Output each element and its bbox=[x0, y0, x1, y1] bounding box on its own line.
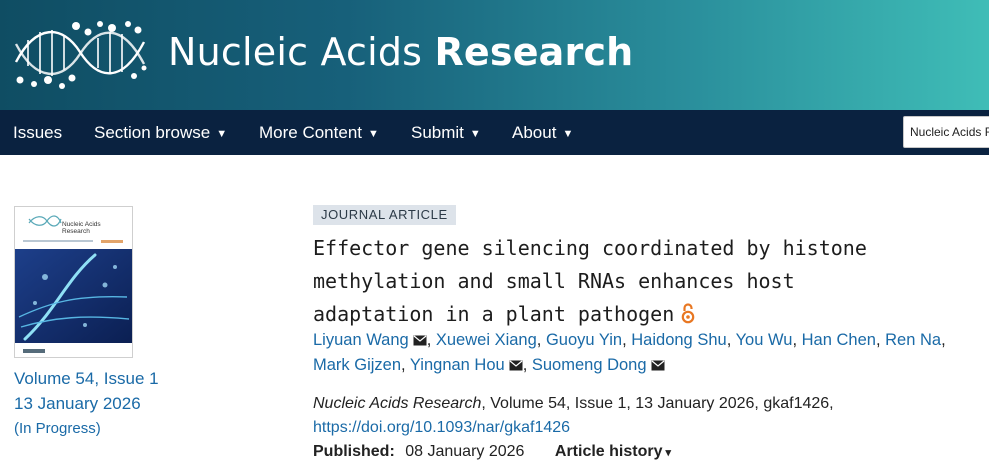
citation-line: Nucleic Acids Research, Volume 54, Issue… bbox=[313, 392, 953, 416]
nav-issues-label: Issues bbox=[13, 123, 63, 142]
cover-artwork: Nucleic Acids Research bbox=[15, 207, 132, 357]
issue-date-link[interactable]: 13 January 2026 bbox=[14, 394, 141, 414]
email-icon[interactable] bbox=[651, 360, 665, 371]
article-type-badge: JOURNAL ARTICLE bbox=[313, 205, 456, 225]
article-title-line: adaptation in a plant pathogen bbox=[313, 302, 675, 326]
caret-down-icon: ▾ bbox=[665, 447, 672, 459]
nav-more-content-label: More Content bbox=[259, 123, 362, 142]
cover-journal-line1: Nucleic Acids bbox=[62, 221, 101, 228]
nav-issues[interactable]: Issues bbox=[13, 110, 62, 155]
published-row: Published: 08 January 2026 Article histo… bbox=[313, 443, 671, 463]
open-access-icon bbox=[681, 303, 695, 324]
site-title-bold: Research bbox=[434, 30, 634, 74]
author-list: Liyuan Wang, Xuewei Xiang, Guoyu Yin, Ha… bbox=[313, 331, 946, 374]
site-title-light: Nucleic Acids bbox=[168, 30, 435, 74]
author-link[interactable]: Mark Gijzen bbox=[313, 356, 401, 374]
citation-journal: Nucleic Acids Research bbox=[313, 395, 482, 412]
journal-cover-image[interactable]: Nucleic Acids Research bbox=[14, 206, 133, 358]
article-history-label: Article history bbox=[554, 443, 663, 460]
caret-down-icon: ▼ bbox=[368, 128, 379, 140]
author-link[interactable]: Han Chen bbox=[802, 331, 876, 349]
author-link[interactable]: Yingnan Hou bbox=[410, 356, 505, 374]
nav-section-browse[interactable]: Section browse ▼ bbox=[94, 110, 227, 155]
cover-journal-line2: Research bbox=[62, 228, 90, 235]
published-date: 08 January 2026 bbox=[405, 443, 525, 460]
nav-submit[interactable]: Submit ▼ bbox=[411, 110, 481, 155]
author-link[interactable]: Ren Na bbox=[885, 331, 941, 349]
author-link[interactable]: Liyuan Wang bbox=[313, 331, 409, 349]
site-header-banner: Nucleic Acids Research bbox=[0, 0, 989, 110]
issue-volume-link[interactable]: Volume 54, Issue 1 bbox=[14, 369, 159, 389]
caret-down-icon: ▼ bbox=[216, 128, 228, 140]
nav-about-label: About bbox=[512, 123, 557, 142]
author-link[interactable]: Haidong Shu bbox=[631, 331, 726, 349]
nav-submit-label: Submit bbox=[411, 123, 464, 142]
main-navigation: Issues Section browse ▼ More Content ▼ Sub… bbox=[0, 110, 989, 155]
caret-down-icon: ▼ bbox=[469, 128, 481, 140]
search-scope-select[interactable]: Nucleic Acids R bbox=[903, 116, 989, 148]
author-link[interactable]: Guoyu Yin bbox=[546, 331, 622, 349]
article-title-line: Effector gene silencing coordinated by h… bbox=[313, 236, 867, 260]
citation-details: , Volume 54, Issue 1, 13 January 2026, g… bbox=[481, 395, 834, 412]
published-label: Published: bbox=[313, 443, 395, 460]
doi-link[interactable]: https://doi.org/10.1093/nar/gkaf1426 bbox=[313, 419, 570, 436]
caret-down-icon: ▼ bbox=[562, 128, 574, 140]
email-icon[interactable] bbox=[413, 335, 427, 346]
issue-status-link[interactable]: (In Progress) bbox=[14, 420, 101, 437]
author-link[interactable]: Suomeng Dong bbox=[532, 356, 647, 374]
email-icon[interactable] bbox=[509, 360, 523, 371]
article-title-line: methylation and small RNAs enhances host bbox=[313, 269, 795, 293]
author-link[interactable]: Xuewei Xiang bbox=[436, 331, 537, 349]
citation-block: Nucleic Acids Research, Volume 54, Issue… bbox=[313, 392, 953, 440]
nav-about[interactable]: About ▼ bbox=[512, 110, 573, 155]
article-history-toggle[interactable]: Article history ▾ bbox=[555, 443, 671, 460]
article-title-line-last: adaptation in a plant pathogen bbox=[313, 298, 933, 331]
nav-section-browse-label: Section browse bbox=[94, 123, 211, 142]
nav-more-content[interactable]: More Content ▼ bbox=[259, 110, 379, 155]
article-title: Effector gene silencing coordinated by h… bbox=[313, 232, 933, 331]
journal-logo-icon[interactable] bbox=[10, 18, 150, 90]
author-link[interactable]: You Wu bbox=[736, 331, 793, 349]
site-title[interactable]: Nucleic Acids Research bbox=[168, 30, 633, 74]
